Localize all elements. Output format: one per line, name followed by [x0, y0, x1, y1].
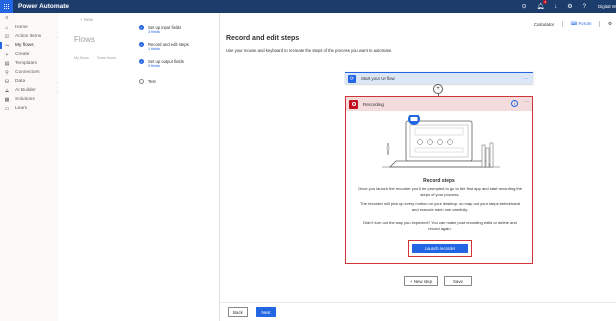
- new-step-button[interactable]: + New step: [404, 276, 438, 286]
- divider: [562, 21, 563, 27]
- page-description: Use your mouse and keyboard to recreate …: [226, 48, 393, 53]
- nav-item-label: Home: [15, 25, 28, 30]
- nav-item-learn[interactable]: ▭ Learn: [0, 104, 66, 113]
- tab-my-flows[interactable]: My flows: [74, 56, 89, 60]
- step-title: Test: [148, 79, 156, 84]
- wizard-steps-panel: ✓ Set up input fields 3 fields ✓ Record a…: [134, 13, 220, 321]
- environment-icon[interactable]: ⊙: [522, 3, 527, 10]
- checklist-icon: ☑: [4, 33, 10, 40]
- nav-item-label: Data: [15, 79, 26, 84]
- notification-badge: 4: [543, 0, 548, 4]
- nav-item-label: Solutions: [15, 97, 35, 102]
- nav-item-label: Action items: [15, 34, 42, 39]
- nav-item-templates[interactable]: ▤ Templates: [0, 59, 66, 68]
- nav-item-label: Connectors: [15, 70, 40, 75]
- check-icon: ✓: [139, 42, 144, 47]
- wizard-step-record[interactable]: ✓ Record and edit steps 1 fields: [139, 42, 189, 52]
- back-button[interactable]: Back: [228, 307, 248, 317]
- nav-item-ai-builder[interactable]: ⟁AI Builder⌄: [0, 86, 66, 95]
- connector-icon: ⚲: [5, 69, 9, 76]
- ai-builder-icon: ⟁: [4, 87, 10, 94]
- nav-item-create[interactable]: + Create: [0, 50, 66, 59]
- nav-item-label: Templates: [15, 61, 37, 66]
- solutions-icon: ▦: [4, 96, 10, 103]
- gear-icon[interactable]: ⚙: [567, 3, 572, 10]
- step-sub: 3 fields: [148, 30, 161, 34]
- more-options-icon[interactable]: ···: [524, 99, 529, 105]
- start-card-label: Start your UI flow: [361, 76, 395, 81]
- record-icon: [349, 99, 358, 109]
- launch-recorder-highlight: Launch recorder: [408, 240, 472, 257]
- chat-icon: ⌨︎: [570, 21, 578, 26]
- recording-label: Recording: [363, 101, 384, 107]
- download-icon[interactable]: ↓: [554, 4, 557, 10]
- plus-icon: +: [5, 51, 9, 58]
- nav-item-label: Learn: [15, 106, 28, 111]
- nav-item-home[interactable]: ⌂ Home: [0, 23, 66, 32]
- app-launcher-icon[interactable]: [0, 0, 13, 13]
- more-options-icon[interactable]: ···: [523, 76, 529, 82]
- step-sub: 1 fields: [148, 47, 161, 51]
- flows-page-title: Flows: [74, 35, 95, 44]
- home-icon: ⌂: [5, 24, 9, 31]
- calculator-button[interactable]: Calculator: [534, 22, 554, 27]
- flow-icon: ⤳: [4, 42, 9, 49]
- recording-card-header[interactable]: Recording i ···: [346, 97, 532, 111]
- record-paragraph-1: Once you launch the recorder you'll be p…: [358, 186, 522, 197]
- canvas-actions: + New step Save: [404, 276, 472, 286]
- empty-step-icon: [139, 79, 144, 84]
- wizard-footer: Back Next: [220, 302, 616, 321]
- wizard-step-output-fields[interactable]: ✓ Set up output fields 0 fields: [139, 59, 184, 69]
- top-bar-icons: ⊙ 🔔︎ 4 ↓ ⚙ ? Digital W: [522, 0, 616, 13]
- launch-recorder-button[interactable]: Launch recorder: [412, 244, 468, 253]
- bell-icon[interactable]: 🔔︎ 4: [537, 0, 548, 10]
- main-toolbar: Calculator ⌨︎ Forum ⚙: [534, 21, 612, 27]
- forum-button[interactable]: ⌨︎ Forum: [571, 21, 592, 27]
- left-nav: ≡ ⌂Home☑Action items⌄⤳My flows+Create▤Te…: [0, 13, 66, 321]
- top-bar: Power Automate ⊙ 🔔︎ 4 ↓ ⚙ ? Digital W: [0, 0, 616, 13]
- settings-icon[interactable]: ⚙: [608, 21, 612, 27]
- start-ui-flow-card[interactable]: ⟳ Start your UI flow ···: [345, 72, 533, 84]
- divider: [599, 21, 600, 27]
- environment-label[interactable]: Digital W: [598, 4, 616, 9]
- record-paragraph-2: The recorder will pick up every motion o…: [360, 201, 520, 212]
- save-button[interactable]: Save: [444, 276, 472, 286]
- nav-item-action-items[interactable]: ☑Action items⌄: [0, 32, 66, 41]
- nav-item-label: AI Builder: [15, 88, 36, 93]
- forum-label: Forum: [578, 21, 592, 26]
- check-icon: ✓: [139, 25, 144, 30]
- wizard-step-test[interactable]: Test: [139, 79, 156, 84]
- database-icon: ⛁: [4, 78, 10, 85]
- new-flow-label: New: [83, 17, 93, 22]
- next-button[interactable]: Next: [256, 307, 276, 317]
- check-icon: ✓: [139, 59, 144, 64]
- step-sub: 0 fields: [148, 64, 161, 68]
- app-title[interactable]: Power Automate: [18, 3, 69, 10]
- nav-item-label: My flows: [15, 43, 34, 48]
- hamburger-icon[interactable]: ≡: [0, 13, 66, 23]
- help-icon[interactable]: ?: [583, 4, 586, 10]
- new-flow-button[interactable]: + New: [80, 17, 93, 22]
- tab-team-flows[interactable]: Team flows: [97, 56, 116, 60]
- nav-item-my-flows[interactable]: ⤳ My flows: [0, 41, 66, 50]
- recorder-illustration: [382, 115, 500, 168]
- nav-item-data[interactable]: ⛁Data⌄: [0, 77, 66, 86]
- book-icon: ▭: [4, 105, 10, 112]
- info-icon[interactable]: i: [511, 100, 518, 107]
- nav-item-solutions[interactable]: ▦ Solutions: [0, 95, 66, 104]
- record-paragraph-3: Didn't turn out the way you expected? Yo…: [363, 220, 517, 231]
- ui-flow-icon: ⟳: [348, 74, 356, 83]
- nav-item-label: Create: [15, 52, 30, 57]
- record-steps-heading: Record steps: [423, 178, 455, 184]
- flows-tabs: My flows Team flows: [74, 56, 116, 60]
- nav-item-connectors[interactable]: ⚲ Connectors: [0, 68, 66, 77]
- wizard-step-input-fields[interactable]: ✓ Set up input fields 3 fields: [139, 25, 181, 35]
- insert-step-icon[interactable]: +: [433, 84, 443, 94]
- page-title: Record and edit steps: [226, 35, 300, 42]
- template-icon: ▤: [4, 60, 10, 67]
- recording-card: Recording i ··· Record steps Once you la…: [345, 96, 533, 264]
